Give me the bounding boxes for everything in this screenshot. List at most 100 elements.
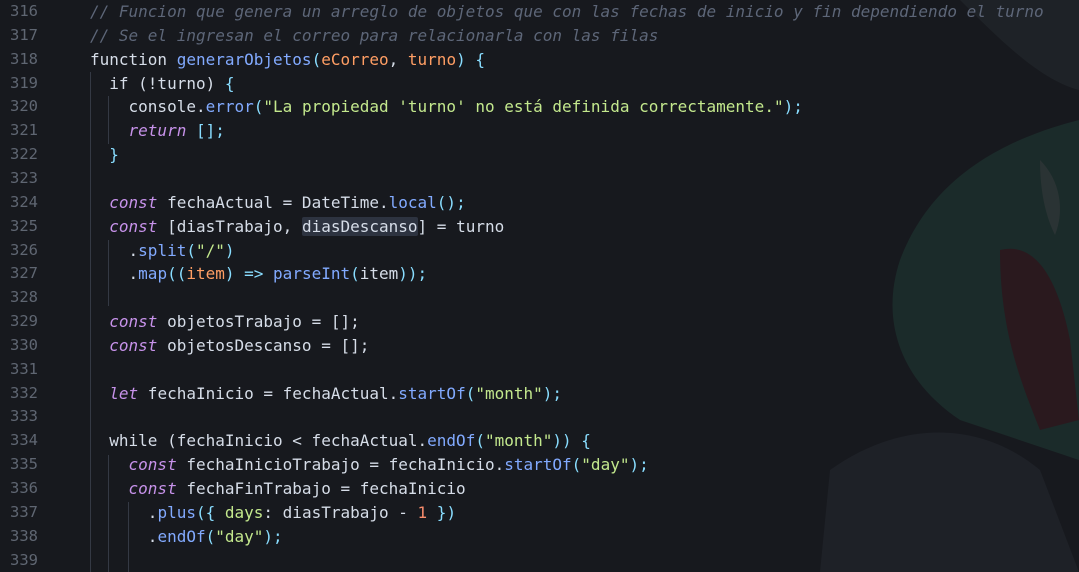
code-token: error <box>205 97 254 117</box>
code-token: diasDescanso <box>301 216 418 236</box>
code-token: . <box>90 502 158 522</box>
code-token: []; <box>186 121 225 141</box>
code-token: parseInt <box>273 264 351 284</box>
code-token: turno <box>407 49 457 69</box>
code-token: const <box>128 455 177 475</box>
code-token: ( <box>311 49 322 69</box>
code-token: )); <box>398 264 428 284</box>
code-line[interactable]: const [diasTrabajo, diasDescanso] = turn… <box>90 215 504 239</box>
code-token: item <box>359 264 399 284</box>
code-token: const <box>128 479 177 498</box>
code-token: ({ <box>195 502 225 522</box>
code-token: return <box>128 121 187 141</box>
code-line[interactable]: .map((item) => parseInt(item)); <box>90 262 428 286</box>
code-token: local <box>388 192 437 212</box>
code-token: ); <box>629 455 649 475</box>
code-token: , <box>388 49 408 69</box>
code-line[interactable]: const fechaFinTrabajo = fechaInicio <box>90 477 466 501</box>
code-token: "/" <box>195 240 225 260</box>
code-token: const <box>109 312 158 332</box>
code-token: . <box>90 240 139 260</box>
code-line[interactable]: return []; <box>90 119 225 143</box>
code-token: ( <box>465 383 476 403</box>
code-token: . <box>90 526 158 546</box>
code-token: { <box>224 73 235 93</box>
code-token: ) { <box>456 49 485 69</box>
code-token: split <box>138 240 187 260</box>
code-token: startOf <box>398 383 466 403</box>
code-token: startOf <box>504 455 572 475</box>
code-token: days <box>224 502 264 522</box>
code-token: const <box>109 192 158 212</box>
code-token: objetosTrabajo = []; <box>157 312 360 332</box>
code-token: generarObjetos <box>176 49 312 69</box>
code-token: endOf <box>157 526 206 546</box>
code-token: fechaInicioTrabajo = fechaInicio. <box>176 455 505 475</box>
code-token: (( <box>167 264 187 284</box>
code-token: ) => <box>224 264 274 284</box>
code-token: "month" <box>484 431 553 451</box>
code-token: map <box>138 264 168 284</box>
code-token: } <box>90 145 119 165</box>
code-line[interactable]: const objetosDescanso = []; <box>90 334 369 358</box>
code-token: const <box>109 335 158 355</box>
code-line[interactable]: // Funcion que genera un arreglo de obje… <box>90 0 1044 24</box>
code-token: 1 <box>417 502 428 522</box>
code-line[interactable]: console.error("La propiedad 'turno' no e… <box>90 95 803 119</box>
code-token: fechaActual = DateTime. <box>157 192 389 212</box>
code-line[interactable]: let fechaInicio = fechaActual.startOf("m… <box>90 382 562 406</box>
code-token: // Se el ingresan el correo para relacio… <box>90 25 659 45</box>
code-token: function <box>90 49 177 69</box>
code-token: fechaFinTrabajo = fechaInicio <box>176 479 466 498</box>
code-token: // Funcion que genera un arreglo de obje… <box>90 2 1044 21</box>
code-token: ( <box>253 97 264 117</box>
code-token: ( <box>205 526 216 546</box>
code-token: const <box>109 216 158 236</box>
code-token: ] = turno <box>417 216 505 236</box>
code-token: let <box>109 383 139 403</box>
code-line[interactable]: if (!turno) { <box>90 72 235 96</box>
code-token: ) <box>224 240 235 260</box>
code-line[interactable]: function generarObjetos(eCorreo, turno) … <box>90 48 485 72</box>
code-line[interactable]: const objetosTrabajo = []; <box>90 310 360 334</box>
code-line[interactable]: while (fechaInicio < fechaActual.endOf("… <box>90 429 591 453</box>
code-token: "month" <box>475 383 543 403</box>
code-token: ( <box>571 455 582 475</box>
code-token: ( <box>350 264 360 284</box>
code-token: (); <box>436 192 466 212</box>
code-token: eCorreo <box>321 49 389 69</box>
code-token: ); <box>263 526 283 546</box>
code-token: while (fechaInicio < fechaActual. <box>90 431 428 451</box>
code-token: ); <box>542 383 563 403</box>
code-token: ); <box>783 97 803 117</box>
code-token: item <box>186 264 225 284</box>
code-line[interactable]: .plus({ days: diasTrabajo - 1 }) <box>90 501 456 525</box>
code-editor[interactable]: 316 317 318 319 320 321 322 323 324 325 326 327 328 3… <box>0 0 1079 572</box>
code-token: "day" <box>215 526 264 546</box>
code-token: . <box>90 264 139 284</box>
code-token: "La propiedad 'turno' no está definida c… <box>263 97 784 117</box>
code-token: console. <box>90 97 206 117</box>
code-area[interactable]: // Funcion que genera un arreglo de obje… <box>0 0 1079 572</box>
code-token: : diasTrabajo - <box>263 502 418 522</box>
code-token: "day" <box>581 455 630 475</box>
code-line[interactable]: .endOf("day"); <box>90 525 283 549</box>
code-line[interactable]: .split("/") <box>90 239 235 263</box>
code-line[interactable]: // Se el ingresan el correo para relacio… <box>90 24 658 48</box>
code-line[interactable]: const fechaInicioTrabajo = fechaInicio.s… <box>90 453 649 477</box>
code-line[interactable]: } <box>90 143 119 167</box>
code-token: )) { <box>552 431 591 451</box>
code-token: }) <box>427 502 457 522</box>
code-token: endOf <box>427 431 476 451</box>
code-token: objetosDescanso = []; <box>157 335 370 355</box>
code-token: plus <box>157 502 196 522</box>
code-token: ( <box>186 240 196 260</box>
code-line[interactable]: const fechaActual = DateTime.local(); <box>90 191 466 215</box>
code-token: if (!turno) <box>90 73 225 93</box>
